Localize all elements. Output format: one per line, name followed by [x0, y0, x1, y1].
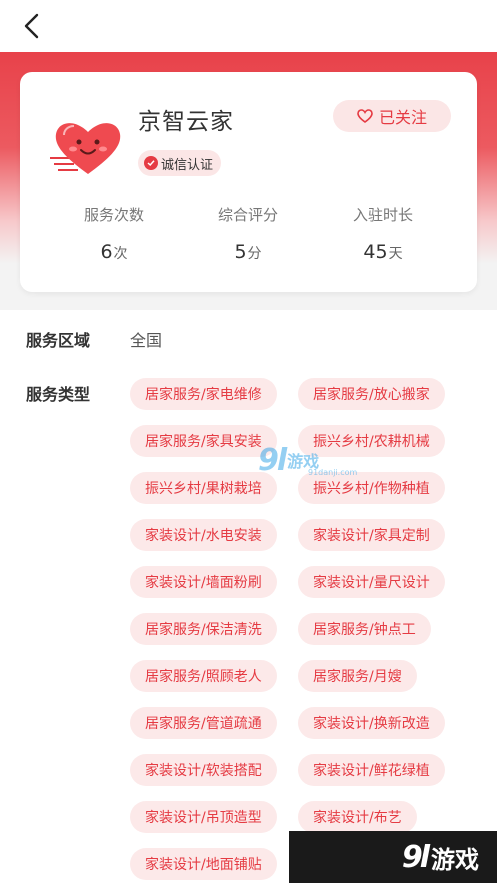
service-tag[interactable]: 家装设计/地面铺贴: [130, 848, 277, 880]
service-tag[interactable]: 家装设计/鲜花绿植: [298, 754, 445, 786]
heart-outline-icon: [357, 109, 373, 123]
service-tag[interactable]: 家装设计/换新改造: [298, 707, 445, 739]
service-tag[interactable]: 居家服务/照顾老人: [130, 660, 277, 692]
stat-label: 综合评分: [217, 206, 278, 224]
service-tag[interactable]: 居家服务/月嫂: [298, 660, 417, 692]
service-tag[interactable]: 居家服务/钟点工: [298, 613, 431, 645]
corner-watermark-text: 游戏: [431, 845, 479, 874]
service-details: 服务区域 全国 服务类型 居家服务/家电维修 居家服务/放心搬家 居家服务/家具…: [0, 310, 497, 883]
service-tag[interactable]: 家装设计/水电安装: [130, 519, 277, 551]
service-tag[interactable]: 居家服务/保洁清洗: [130, 613, 277, 645]
stat-value: 6次: [100, 241, 128, 263]
top-bar: [0, 0, 497, 52]
service-tag[interactable]: 振兴乡村/果树栽培: [130, 472, 277, 504]
follow-button[interactable]: 已关注: [333, 100, 451, 132]
stat-value: 45天: [363, 241, 403, 263]
service-tag[interactable]: 家装设计/吊顶造型: [130, 801, 277, 833]
service-area-value: 全国: [130, 331, 163, 350]
service-tag[interactable]: 家装设计/墙面粉刷: [130, 566, 277, 598]
stat-label: 服务次数: [83, 206, 144, 224]
service-tag[interactable]: 振兴乡村/农耕机械: [298, 425, 445, 457]
stat-service-count: 服务次数 6次: [54, 204, 174, 263]
service-area-label: 服务区域: [26, 331, 91, 350]
stat-duration: 入驻时长 45天: [323, 204, 443, 263]
service-tag[interactable]: 居家服务/家电维修: [130, 378, 277, 410]
stat-label: 入驻时长: [352, 206, 413, 224]
back-button[interactable]: [14, 8, 48, 44]
heart-face-icon: [48, 112, 128, 182]
stat-value: 5分: [234, 241, 262, 263]
service-tag[interactable]: 家装设计/布艺: [298, 801, 417, 833]
service-tag[interactable]: 家装设计/软装搭配: [130, 754, 277, 786]
service-tag[interactable]: 居家服务/放心搬家: [298, 378, 445, 410]
corner-watermark: 9l 游戏: [289, 831, 497, 883]
check-shield-icon: [144, 156, 158, 170]
cert-badge: 诚信认证: [138, 150, 222, 176]
stat-rating: 综合评分 5分: [188, 204, 308, 263]
service-tag[interactable]: 居家服务/管道疏通: [130, 707, 277, 739]
stats-row: 服务次数 6次 综合评分 5分 入驻时长 45天: [20, 204, 477, 274]
chevron-left-icon: [24, 13, 39, 39]
service-type-label: 服务类型: [26, 385, 91, 404]
service-tag[interactable]: 居家服务/家具安装: [130, 425, 277, 457]
service-tag[interactable]: 家装设计/家具定制: [298, 519, 445, 551]
service-tag[interactable]: 振兴乡村/作物种植: [298, 472, 445, 504]
corner-watermark-logo: 9l: [401, 839, 430, 875]
shop-info-card: 京智云家 诚信认证 已关注 服务次数 6次 综合评分 5分 入驻时长 45天: [20, 72, 477, 292]
service-tag[interactable]: 家装设计/量尺设计: [298, 566, 445, 598]
cert-label: 诚信认证: [161, 157, 214, 173]
follow-label: 已关注: [378, 108, 427, 127]
shop-name: 京智云家: [138, 109, 234, 135]
